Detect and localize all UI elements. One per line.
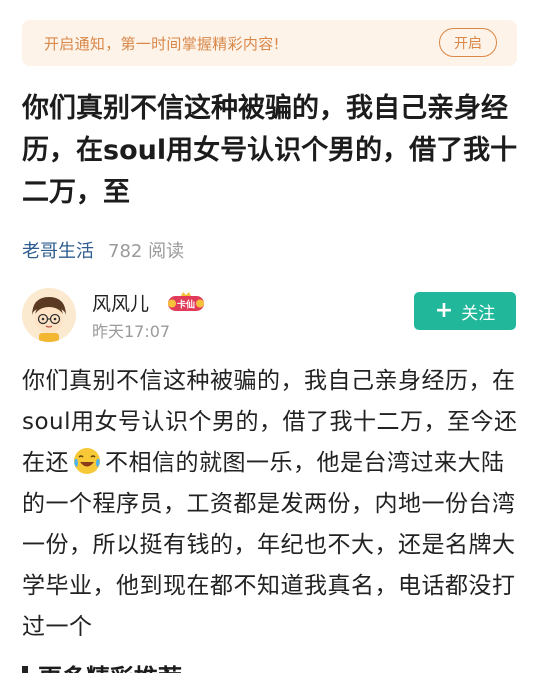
article-title: 你们真别不信这种被骗的，我自己亲身经历，在soul用女号认识个男的，借了我十二万… bbox=[22, 93, 518, 208]
author-name[interactable]: 风风儿 bbox=[92, 289, 149, 316]
cartoon-avatar-icon bbox=[22, 288, 76, 342]
body-text-part2: 不相信的就图一乐，他是台湾过来大陆的一个程序员，工资都是发两份，内地一份台湾一份… bbox=[22, 450, 516, 640]
follow-label: 关注 bbox=[461, 303, 496, 324]
article-meta: 老哥生活 782 阅读 bbox=[22, 237, 184, 263]
crown-badge-icon: 卡仙 bbox=[168, 292, 204, 311]
author-badge: 卡仙 bbox=[164, 291, 208, 313]
channel-link[interactable]: 老哥生活 bbox=[22, 237, 94, 263]
badge-text: 卡仙 bbox=[177, 299, 195, 311]
crying-laughing-emoji-icon bbox=[72, 446, 102, 476]
follow-button[interactable]: + 关注 bbox=[414, 292, 516, 330]
article-body: 你们真别不信这种被骗的，我自己亲身经历，在soul用女号认识个男的，借了我十二万… bbox=[22, 361, 522, 648]
author-avatar[interactable] bbox=[22, 288, 76, 342]
read-count: 782 阅读 bbox=[108, 241, 185, 262]
enable-notification-button[interactable]: 开启 bbox=[439, 28, 497, 57]
notification-text: 开启通知，第一时间掌握精彩内容! bbox=[44, 35, 280, 53]
post-time: 昨天17:07 bbox=[92, 322, 171, 341]
notification-banner: 开启通知，第一时间掌握精彩内容! 开启 bbox=[22, 20, 517, 66]
plus-icon: + bbox=[434, 298, 454, 323]
recommendation-title: 更多精彩推荐 bbox=[38, 658, 182, 673]
section-marker bbox=[22, 666, 28, 673]
recommendation-section-header: 更多精彩推荐 bbox=[22, 658, 282, 673]
